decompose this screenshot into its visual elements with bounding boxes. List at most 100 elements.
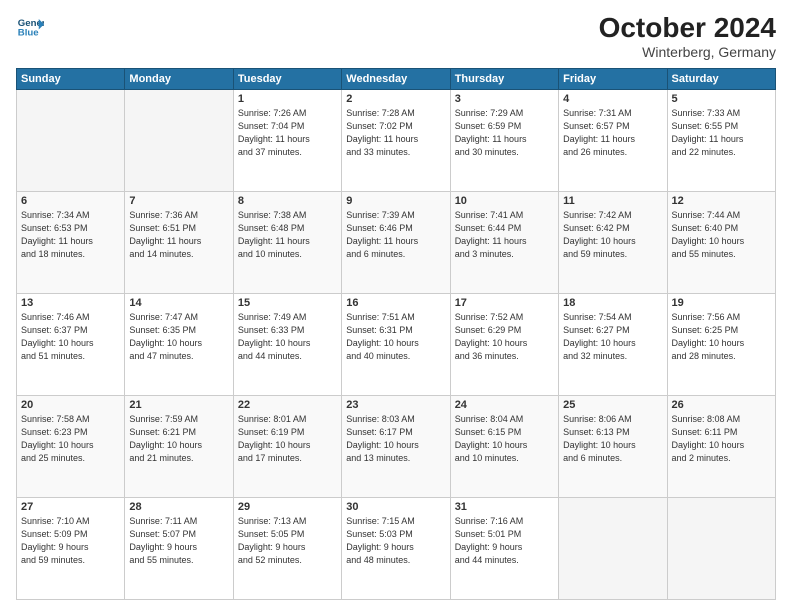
day-info: Sunrise: 7:28 AM Sunset: 7:02 PM Dayligh… <box>346 107 445 159</box>
day-number: 8 <box>238 195 337 207</box>
day-number: 30 <box>346 501 445 513</box>
day-number: 26 <box>672 399 771 411</box>
table-row: 24 Sunrise: 8:04 AM Sunset: 6:15 PM Dayli… <box>450 396 558 498</box>
table-row: 11 Sunrise: 7:42 AM Sunset: 6:42 PM Dayli… <box>559 192 667 294</box>
day-info: Sunrise: 7:44 AM Sunset: 6:40 PM Dayligh… <box>672 209 771 261</box>
day-number: 16 <box>346 297 445 309</box>
day-number: 13 <box>21 297 120 309</box>
day-number: 27 <box>21 501 120 513</box>
day-info: Sunrise: 7:29 AM Sunset: 6:59 PM Dayligh… <box>455 107 554 159</box>
day-info: Sunrise: 7:39 AM Sunset: 6:46 PM Dayligh… <box>346 209 445 261</box>
day-number: 20 <box>21 399 120 411</box>
calendar-week-1: 1 Sunrise: 7:26 AM Sunset: 7:04 PM Daylig… <box>17 90 776 192</box>
day-number: 19 <box>672 297 771 309</box>
day-number: 11 <box>563 195 662 207</box>
day-number: 5 <box>672 93 771 105</box>
table-row: 17Sunrise: 7:52 AM Sunset: 6:29 PM Dayli… <box>450 294 558 396</box>
day-number: 17 <box>455 297 554 309</box>
table-row: 23 Sunrise: 8:03 AM Sunset: 6:17 PM Dayli… <box>342 396 450 498</box>
table-row: 10 Sunrise: 7:41 AM Sunset: 6:44 PM Dayli… <box>450 192 558 294</box>
table-row: 14Sunrise: 7:47 AM Sunset: 6:35 PM Dayli… <box>125 294 233 396</box>
day-info: Sunrise: 7:58 AM Sunset: 6:23 PM Dayligh… <box>21 413 120 465</box>
subtitle: Winterberg, Germany <box>599 44 776 60</box>
table-row: 13Sunrise: 7:46 AM Sunset: 6:37 PM Dayli… <box>17 294 125 396</box>
header: General Blue October 2024 Winterberg, Ge… <box>16 12 776 60</box>
day-info: Sunrise: 7:13 AM Sunset: 5:05 PM Dayligh… <box>238 515 337 567</box>
logo-icon: General Blue <box>16 12 44 40</box>
day-number: 4 <box>563 93 662 105</box>
day-number: 18 <box>563 297 662 309</box>
table-row: 27 Sunrise: 7:10 AM Sunset: 5:09 PM Dayli… <box>17 498 125 600</box>
day-info: Sunrise: 7:26 AM Sunset: 7:04 PM Dayligh… <box>238 107 337 159</box>
logo: General Blue <box>16 12 44 40</box>
month-title: October 2024 <box>599 12 776 44</box>
day-info: Sunrise: 7:34 AM Sunset: 6:53 PM Dayligh… <box>21 209 120 261</box>
table-row <box>125 90 233 192</box>
col-friday: Friday <box>559 69 667 90</box>
day-number: 25 <box>563 399 662 411</box>
table-row: 31 Sunrise: 7:16 AM Sunset: 5:01 PM Dayli… <box>450 498 558 600</box>
day-info: Sunrise: 7:47 AM Sunset: 6:35 PM Dayligh… <box>129 311 228 363</box>
day-info: Sunrise: 7:33 AM Sunset: 6:55 PM Dayligh… <box>672 107 771 159</box>
table-row: 20 Sunrise: 7:58 AM Sunset: 6:23 PM Dayli… <box>17 396 125 498</box>
table-row: 22 Sunrise: 8:01 AM Sunset: 6:19 PM Dayli… <box>233 396 341 498</box>
calendar-week-4: 20 Sunrise: 7:58 AM Sunset: 6:23 PM Dayli… <box>17 396 776 498</box>
day-info: Sunrise: 7:49 AM Sunset: 6:33 PM Dayligh… <box>238 311 337 363</box>
day-info: Sunrise: 7:31 AM Sunset: 6:57 PM Dayligh… <box>563 107 662 159</box>
table-row: 15Sunrise: 7:49 AM Sunset: 6:33 PM Dayli… <box>233 294 341 396</box>
day-number: 29 <box>238 501 337 513</box>
day-number: 22 <box>238 399 337 411</box>
day-number: 28 <box>129 501 228 513</box>
day-info: Sunrise: 7:10 AM Sunset: 5:09 PM Dayligh… <box>21 515 120 567</box>
table-row: 21Sunrise: 7:59 AM Sunset: 6:21 PM Dayli… <box>125 396 233 498</box>
day-info: Sunrise: 7:16 AM Sunset: 5:01 PM Dayligh… <box>455 515 554 567</box>
day-number: 3 <box>455 93 554 105</box>
table-row: 18Sunrise: 7:54 AM Sunset: 6:27 PM Dayli… <box>559 294 667 396</box>
day-info: Sunrise: 8:04 AM Sunset: 6:15 PM Dayligh… <box>455 413 554 465</box>
col-thursday: Thursday <box>450 69 558 90</box>
day-info: Sunrise: 7:36 AM Sunset: 6:51 PM Dayligh… <box>129 209 228 261</box>
table-row <box>17 90 125 192</box>
table-row <box>559 498 667 600</box>
table-row: 25 Sunrise: 8:06 AM Sunset: 6:13 PM Dayli… <box>559 396 667 498</box>
table-row: 8 Sunrise: 7:38 AM Sunset: 6:48 PM Daylig… <box>233 192 341 294</box>
col-tuesday: Tuesday <box>233 69 341 90</box>
day-info: Sunrise: 8:03 AM Sunset: 6:17 PM Dayligh… <box>346 413 445 465</box>
day-number: 7 <box>129 195 228 207</box>
table-row: 9 Sunrise: 7:39 AM Sunset: 6:46 PM Daylig… <box>342 192 450 294</box>
title-block: October 2024 Winterberg, Germany <box>599 12 776 60</box>
table-row: 16Sunrise: 7:51 AM Sunset: 6:31 PM Dayli… <box>342 294 450 396</box>
day-number: 31 <box>455 501 554 513</box>
calendar-week-5: 27 Sunrise: 7:10 AM Sunset: 5:09 PM Dayli… <box>17 498 776 600</box>
table-row: 2Sunrise: 7:28 AM Sunset: 7:02 PM Daylig… <box>342 90 450 192</box>
day-number: 10 <box>455 195 554 207</box>
day-info: Sunrise: 7:42 AM Sunset: 6:42 PM Dayligh… <box>563 209 662 261</box>
table-row: 4 Sunrise: 7:31 AM Sunset: 6:57 PM Daylig… <box>559 90 667 192</box>
day-info: Sunrise: 7:56 AM Sunset: 6:25 PM Dayligh… <box>672 311 771 363</box>
day-number: 12 <box>672 195 771 207</box>
svg-text:Blue: Blue <box>18 28 39 39</box>
day-number: 1 <box>238 93 337 105</box>
calendar: Sunday Monday Tuesday Wednesday Thursday… <box>16 68 776 600</box>
table-row <box>667 498 775 600</box>
table-row: 26 Sunrise: 8:08 AM Sunset: 6:11 PM Dayli… <box>667 396 775 498</box>
day-info: Sunrise: 8:06 AM Sunset: 6:13 PM Dayligh… <box>563 413 662 465</box>
day-info: Sunrise: 7:11 AM Sunset: 5:07 PM Dayligh… <box>129 515 228 567</box>
day-info: Sunrise: 8:01 AM Sunset: 6:19 PM Dayligh… <box>238 413 337 465</box>
table-row: 1 Sunrise: 7:26 AM Sunset: 7:04 PM Daylig… <box>233 90 341 192</box>
day-info: Sunrise: 8:08 AM Sunset: 6:11 PM Dayligh… <box>672 413 771 465</box>
page: General Blue October 2024 Winterberg, Ge… <box>0 0 792 612</box>
col-wednesday: Wednesday <box>342 69 450 90</box>
table-row: 5 Sunrise: 7:33 AM Sunset: 6:55 PM Daylig… <box>667 90 775 192</box>
day-info: Sunrise: 7:38 AM Sunset: 6:48 PM Dayligh… <box>238 209 337 261</box>
calendar-week-2: 6Sunrise: 7:34 AM Sunset: 6:53 PM Daylig… <box>17 192 776 294</box>
day-info: Sunrise: 7:41 AM Sunset: 6:44 PM Dayligh… <box>455 209 554 261</box>
day-number: 9 <box>346 195 445 207</box>
col-monday: Monday <box>125 69 233 90</box>
day-info: Sunrise: 7:59 AM Sunset: 6:21 PM Dayligh… <box>129 413 228 465</box>
col-sunday: Sunday <box>17 69 125 90</box>
day-number: 24 <box>455 399 554 411</box>
table-row: 3 Sunrise: 7:29 AM Sunset: 6:59 PM Daylig… <box>450 90 558 192</box>
day-number: 23 <box>346 399 445 411</box>
calendar-week-3: 13Sunrise: 7:46 AM Sunset: 6:37 PM Dayli… <box>17 294 776 396</box>
